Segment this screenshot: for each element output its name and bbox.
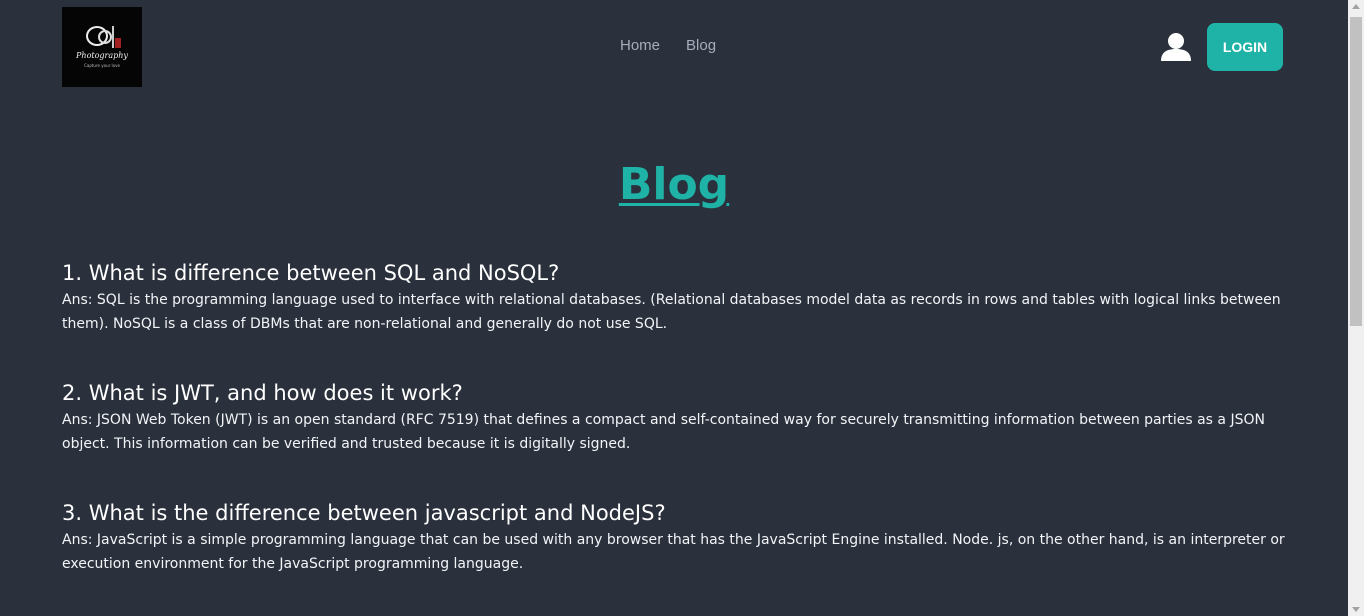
red-mark-icon [115, 38, 121, 48]
page-title: Blog [618, 159, 730, 210]
question-2: 2. What is JWT, and how does it work? [62, 381, 463, 405]
logo[interactable]: Photography Capture your love [62, 7, 142, 87]
lens-icon [98, 30, 112, 44]
logo-tagline: Capture your love [84, 63, 120, 68]
logo-text: Photography [76, 51, 128, 60]
qa-item-3: 3. What is the difference between javasc… [62, 498, 1287, 576]
tripod-icon [112, 26, 114, 48]
page: Photography Capture your love Home Blog … [0, 0, 1348, 616]
login-button[interactable]: LOGIN [1207, 23, 1283, 71]
answer-2: Ans: JSON Web Token (JWT) is an open sta… [62, 412, 1265, 452]
answer-1: Ans: SQL is the programming language use… [62, 292, 1281, 332]
navbar: Photography Capture your love Home Blog … [0, 0, 1348, 94]
question-1: 1. What is difference between SQL and No… [62, 261, 560, 285]
scrollbar-thumb[interactable] [1350, 17, 1362, 326]
vertical-scrollbar[interactable] [1348, 0, 1364, 616]
question-3: 3. What is the difference between javasc… [62, 501, 666, 525]
user-icon[interactable] [1160, 31, 1192, 63]
scroll-down-icon[interactable] [1352, 607, 1360, 612]
nav-link-home[interactable]: Home [620, 37, 660, 54]
answer-3: Ans: JavaScript is a simple programming … [62, 532, 1285, 572]
nav-links: Home Blog [620, 37, 716, 54]
nav-link-blog[interactable]: Blog [686, 37, 716, 54]
scroll-up-icon[interactable] [1352, 4, 1360, 9]
qa-item-2: 2. What is JWT, and how does it work? An… [62, 378, 1287, 456]
qa-item-1: 1. What is difference between SQL and No… [62, 258, 1287, 336]
